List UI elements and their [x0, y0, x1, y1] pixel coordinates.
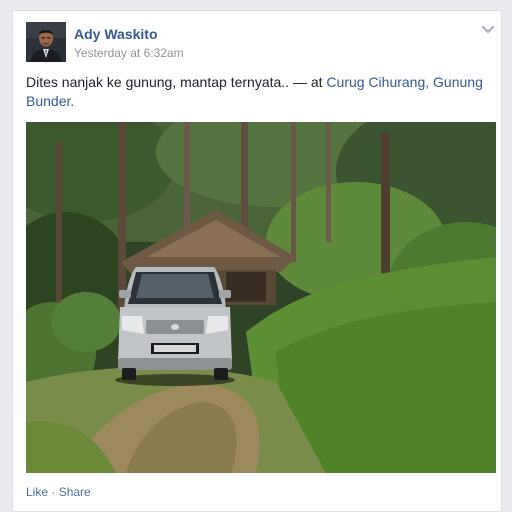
like-button[interactable]: Like — [26, 485, 48, 499]
action-separator: · — [48, 485, 59, 499]
message-text: Dites nanjak ke gunung, mantap ternyata.… — [26, 74, 290, 90]
location-suffix: . — [70, 93, 75, 109]
author-name[interactable]: Ady Waskito — [74, 26, 158, 42]
post-card: Ady Waskito Yesterday at 6:32am Dites na… — [12, 10, 502, 512]
avatar[interactable] — [26, 22, 66, 62]
post-timestamp[interactable]: Yesterday at 6:32am — [74, 46, 184, 60]
post-message: Dites nanjak ke gunung, mantap ternyata.… — [26, 73, 496, 111]
post-photo[interactable] — [26, 122, 496, 473]
chevron-down-icon[interactable] — [481, 23, 495, 35]
share-button[interactable]: Share — [59, 485, 91, 499]
post-actions: Like · Share — [26, 485, 91, 499]
at-separator: — at — [289, 74, 327, 90]
